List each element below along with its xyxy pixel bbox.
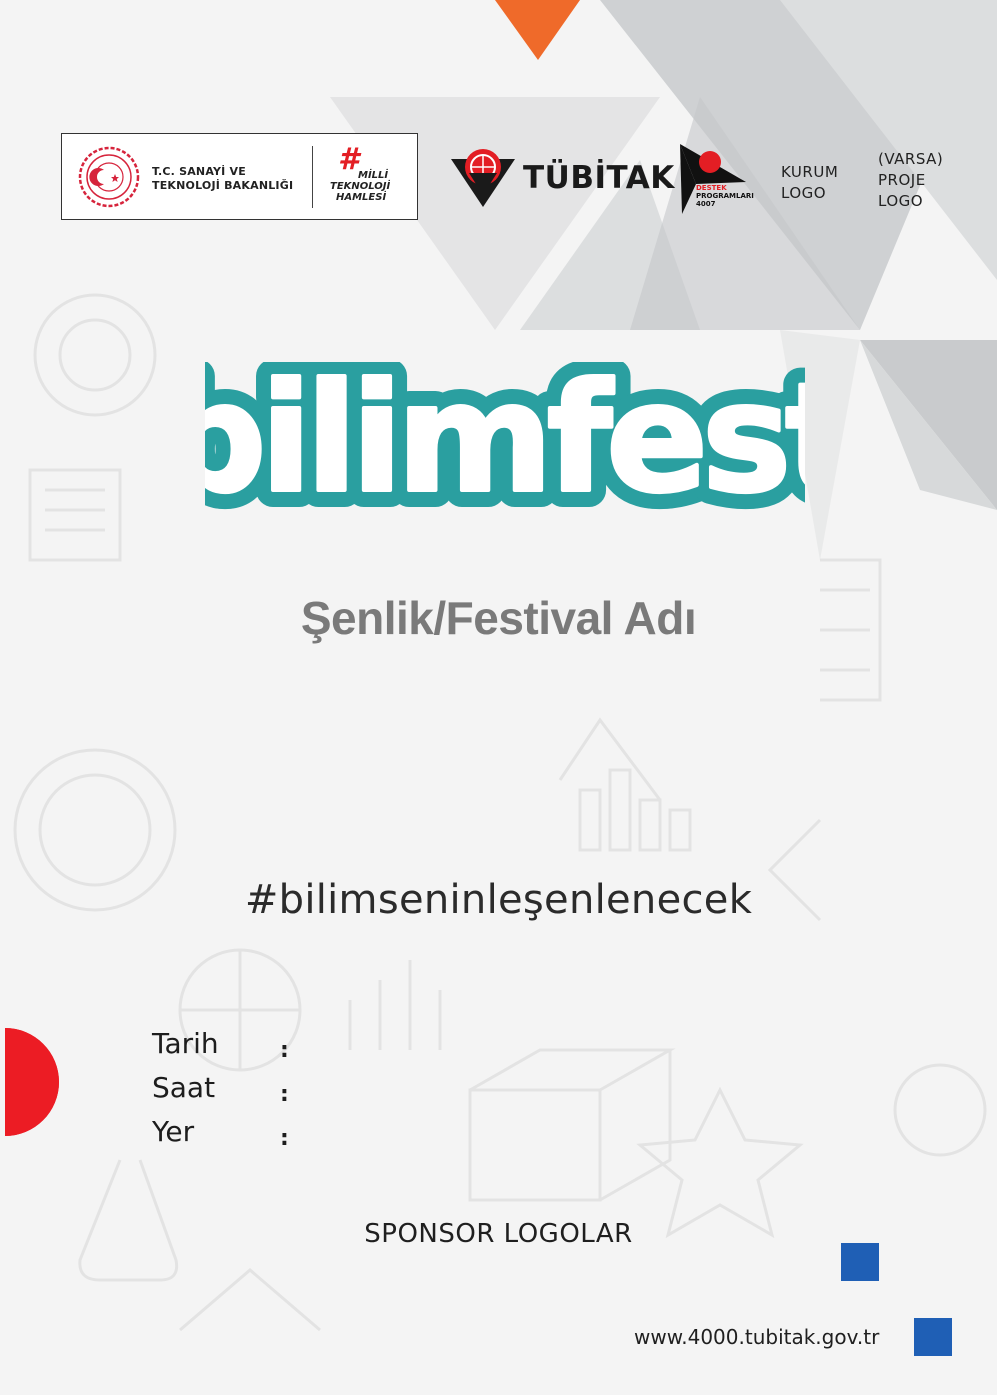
time-label: Saat bbox=[152, 1071, 216, 1104]
blue-square-decoration bbox=[914, 1318, 952, 1356]
milli-text: MİLLİ TEKNOLOJİ HAMLESİ bbox=[330, 170, 390, 203]
kurum-line-2: LOGO bbox=[781, 184, 827, 202]
proje-line-1: (VARSA) bbox=[878, 150, 944, 168]
destek-line-1: DESTEK bbox=[696, 184, 727, 192]
bilimfest-logo: bilimfest bilimfest bbox=[205, 362, 805, 543]
milli-line-3: HAMLESİ bbox=[336, 192, 387, 203]
proje-line-2: PROJE bbox=[878, 171, 926, 189]
proje-logo-placeholder: (VARSA) PROJE LOGO bbox=[878, 149, 943, 212]
poster: T.C. SANAYİ VE TEKNOLOJİ BAKANLIĞI # MİL… bbox=[0, 0, 997, 1395]
date-label: Tarih bbox=[152, 1027, 219, 1060]
tubitak-emblem-icon bbox=[451, 149, 515, 207]
place-label: Yer bbox=[152, 1115, 195, 1148]
kurum-logo-placeholder: KURUM LOGO bbox=[781, 162, 838, 204]
website-link[interactable]: www.4000.tubitak.gov.tr bbox=[634, 1325, 879, 1349]
milli-line-1: MİLLİ bbox=[358, 170, 389, 181]
time-colon: : bbox=[280, 1082, 289, 1107]
ministry-seal-icon bbox=[78, 146, 140, 208]
festival-name: Şenlik/Festival Adı bbox=[300, 592, 697, 644]
ministry-logo-box: T.C. SANAYİ VE TEKNOLOJİ BAKANLIĞI # MİL… bbox=[61, 133, 418, 220]
hashtag: #bilimseninleşenlenecek bbox=[244, 877, 753, 923]
ministry-divider bbox=[312, 146, 313, 208]
proje-line-3: LOGO bbox=[878, 192, 924, 210]
tubitak-wordmark: TÜBİTAK bbox=[523, 160, 675, 196]
ministry-name: T.C. SANAYİ VE TEKNOLOJİ BAKANLIĞI bbox=[152, 165, 293, 193]
ministry-line-1: T.C. SANAYİ VE bbox=[152, 165, 246, 178]
blue-square-decoration bbox=[841, 1243, 879, 1281]
ministry-line-2: TEKNOLOJİ BAKANLIĞI bbox=[152, 179, 294, 192]
destek-line-2: PROGRAMLARI bbox=[696, 192, 754, 200]
destek-line-3: 4007 bbox=[696, 200, 716, 208]
bilimfest-wordmark: bilimfest bbox=[205, 362, 805, 526]
milli-teknoloji-logo: # MİLLİ TEKNOLOJİ HAMLESİ bbox=[326, 142, 406, 210]
date-colon: : bbox=[280, 1038, 289, 1063]
destek-text: DESTEK PROGRAMLARI 4007 bbox=[696, 184, 754, 208]
place-colon: : bbox=[280, 1126, 289, 1151]
kurum-line-1: KURUM bbox=[781, 163, 839, 181]
milli-line-2: TEKNOLOJİ bbox=[330, 181, 391, 192]
